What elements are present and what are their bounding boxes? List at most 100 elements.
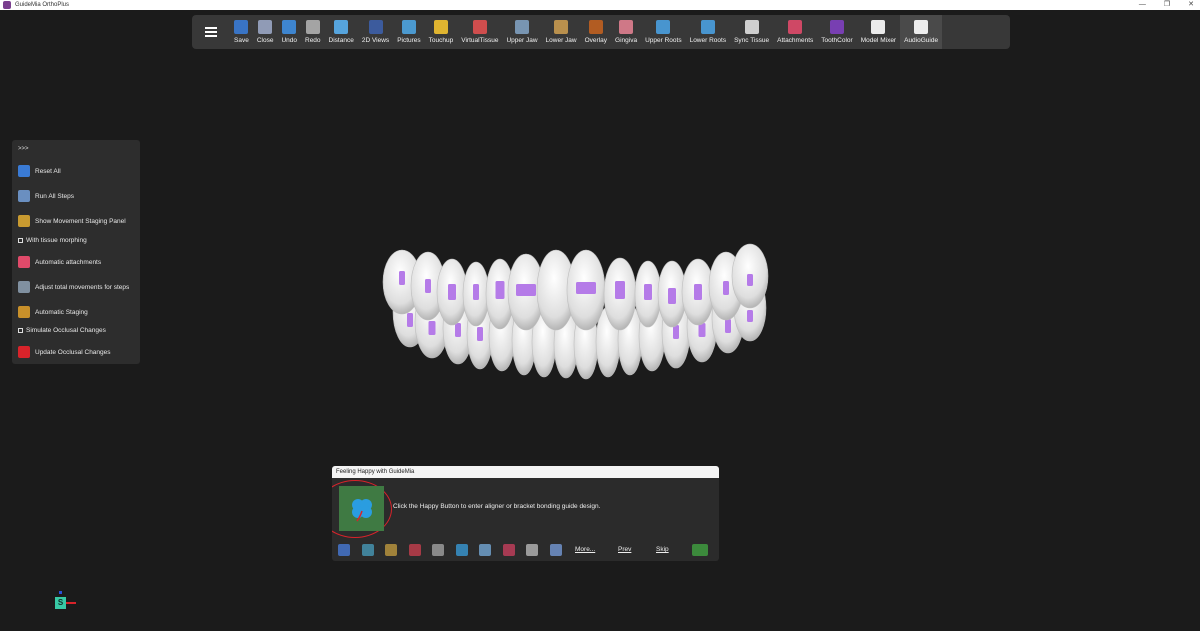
- toolbar-lower-roots-button[interactable]: Lower Roots: [686, 15, 731, 49]
- toolbar-label: AudioGuide: [904, 37, 939, 44]
- toolbar-label: VirtualTissue: [461, 37, 499, 44]
- attachment-marker: [399, 271, 405, 285]
- toolbar-label: Lower Jaw: [545, 37, 577, 44]
- toolbar-attachments-button[interactable]: Attachments: [773, 15, 817, 49]
- gingiva-icon: [619, 20, 634, 34]
- z-axis-dot: [59, 591, 62, 594]
- happy-button[interactable]: [339, 486, 384, 531]
- panel-automatic-attachments[interactable]: Automatic attachments: [18, 256, 101, 268]
- arch-icon[interactable]: [408, 544, 421, 556]
- toolbar-save-button[interactable]: Save: [230, 15, 253, 49]
- rotate-icon[interactable]: [455, 544, 468, 556]
- auto-staging-icon: [18, 306, 30, 318]
- toolbar-overlay-button[interactable]: Overlay: [581, 15, 611, 49]
- toolbar-upper-jaw-button[interactable]: Upper Jaw: [502, 15, 541, 49]
- window-title: GuideMia OrthoPlus: [15, 2, 70, 8]
- tooth-color-icon: [829, 20, 844, 34]
- toolbar-label: Gingiva: [615, 37, 638, 44]
- toolbar-gingiva-button[interactable]: Gingiva: [611, 15, 641, 49]
- toolbar-pictures-button[interactable]: Pictures: [393, 15, 424, 49]
- panel-item-label: Automatic attachments: [35, 258, 102, 266]
- next-robot-icon[interactable]: [692, 544, 708, 556]
- axis-gizmo: S: [55, 591, 79, 611]
- update-occlusal-icon: [18, 346, 30, 358]
- app-logo-icon: [3, 1, 11, 9]
- checkbox-icon[interactable]: [18, 238, 23, 243]
- toolbar-toothcolor-button[interactable]: ToothColor: [817, 15, 856, 49]
- menu-icon[interactable]: [338, 544, 350, 556]
- panel-item-label: Run All Steps: [35, 192, 75, 200]
- window-controls: — ❐ ✕: [1139, 0, 1194, 10]
- toolbar-distance-button[interactable]: Distance: [325, 15, 358, 49]
- toolbar-undo-button[interactable]: Undo: [277, 15, 301, 49]
- toolbar-label: Sync Tissue: [734, 37, 770, 44]
- tools-icon[interactable]: [385, 544, 397, 556]
- attachment-marker: [747, 274, 753, 286]
- attachment-marker: [615, 281, 625, 299]
- toolbar-audioguide-button[interactable]: AudioGuide: [900, 15, 943, 49]
- panel-update-occlusal-changes[interactable]: Update Occlusal Changes: [18, 346, 111, 358]
- 3d-teeth-viewport[interactable]: [380, 230, 780, 380]
- auto-attachments-icon: [18, 256, 30, 268]
- close-window-button[interactable]: ✕: [1188, 0, 1194, 10]
- attachment-marker: [473, 284, 479, 300]
- ruler-icon: [334, 20, 349, 34]
- toolbar-lower-jaw-button[interactable]: Lower Jaw: [542, 15, 581, 49]
- lower-jaw-icon: [554, 20, 569, 34]
- attachment-marker: [407, 313, 413, 327]
- bank-icon[interactable]: [526, 544, 538, 556]
- attachment-marker: [477, 327, 483, 341]
- close-file-icon: [258, 20, 273, 34]
- attachment-marker: [644, 284, 652, 300]
- skip-link[interactable]: Skip: [656, 546, 669, 553]
- toolbar-label: Overlay: [584, 37, 608, 44]
- toolbar-upper-roots-button[interactable]: Upper Roots: [641, 15, 686, 49]
- models-icon[interactable]: [549, 544, 562, 556]
- toolbar-model-mixer-button[interactable]: Model Mixer: [857, 15, 900, 49]
- panel-simulate-occlusal-changes[interactable]: Simulate Occlusal Changes: [18, 327, 106, 334]
- tooth-icon[interactable]: [432, 544, 444, 556]
- toolbar-label: 2D Views: [361, 37, 390, 44]
- panel-item-label: With tissue morphing: [26, 237, 87, 244]
- attachment-marker: [448, 284, 456, 300]
- panel-adjust-total-movements-for-steps[interactable]: Adjust total movements for steps: [18, 281, 129, 293]
- adjust-movements-icon: [18, 281, 30, 293]
- panel-item-label: Show Movement Staging Panel: [35, 217, 126, 225]
- panel-run-all-steps[interactable]: Run All Steps: [18, 190, 74, 202]
- save-icon: [234, 20, 249, 34]
- panel-item-label: Reset All: [35, 167, 61, 175]
- panel-icon[interactable]: [361, 544, 374, 556]
- toolbar-redo-button[interactable]: Redo: [301, 15, 325, 49]
- toolbar-label: Distance: [328, 37, 354, 44]
- cube-icon: [871, 20, 886, 34]
- upper-jaw-icon: [515, 20, 529, 34]
- toolbar-touchup-button[interactable]: Touchup: [425, 15, 458, 49]
- minimize-button[interactable]: —: [1139, 0, 1146, 10]
- dialog-title: Feeling Happy with GuideMia: [332, 466, 719, 478]
- undo-icon: [282, 20, 297, 34]
- toolbar-2d-views-button[interactable]: 2D Views: [358, 15, 393, 49]
- screen-icon[interactable]: [479, 544, 491, 556]
- toolbar-virtualtissue-button[interactable]: VirtualTissue: [457, 15, 502, 49]
- panel-reset-all[interactable]: Reset All: [18, 165, 61, 177]
- main-toolbar: Save Close Undo Redo Distance 2D Views Picture…: [192, 15, 1010, 49]
- mic-off-icon: [914, 20, 929, 34]
- toolbar-close-button[interactable]: Close: [253, 15, 278, 49]
- redo-icon: [305, 20, 320, 34]
- toolbar-sync-tissue-button[interactable]: Sync Tissue: [730, 15, 773, 49]
- hamburger-menu-icon[interactable]: [192, 15, 230, 49]
- maximize-button[interactable]: ❐: [1164, 0, 1170, 10]
- attachment-icon[interactable]: [502, 544, 515, 556]
- more-link[interactable]: More...: [575, 546, 595, 553]
- panel-toggle[interactable]: >>>: [18, 146, 29, 152]
- panel-automatic-staging[interactable]: Automatic Staging: [18, 306, 88, 318]
- panel-show-movement-staging-panel[interactable]: Show Movement Staging Panel: [18, 215, 126, 227]
- attachment-marker: [723, 281, 729, 295]
- checkbox-icon[interactable]: [18, 328, 23, 333]
- panel-with-tissue-morphing[interactable]: With tissue morphing: [18, 237, 87, 244]
- panel-item-label: Adjust total movements for steps: [35, 283, 130, 291]
- attachment-marker: [516, 284, 536, 296]
- toolbar-label: Save: [234, 37, 249, 44]
- prev-link[interactable]: Prev: [618, 546, 631, 553]
- sync-tissue-icon: [744, 20, 759, 34]
